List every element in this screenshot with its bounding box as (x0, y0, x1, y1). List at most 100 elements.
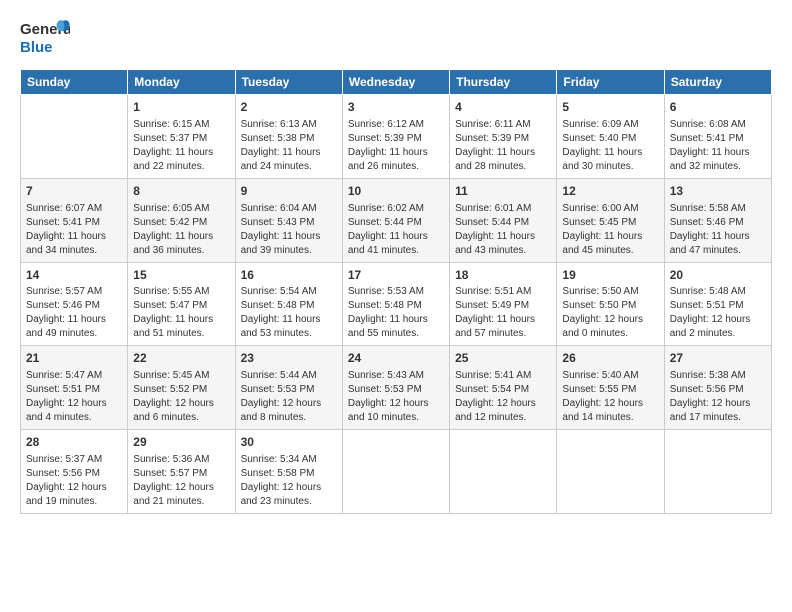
day-number: 21 (26, 350, 122, 367)
day-info: Sunrise: 5:38 AM (670, 369, 766, 383)
calendar-cell: 25Sunrise: 5:41 AMSunset: 5:54 PMDayligh… (450, 346, 557, 430)
day-info: Sunset: 5:55 PM (562, 383, 658, 397)
calendar-table: SundayMondayTuesdayWednesdayThursdayFrid… (20, 69, 772, 514)
day-info: Sunset: 5:38 PM (241, 132, 337, 146)
week-row-3: 21Sunrise: 5:47 AMSunset: 5:51 PMDayligh… (21, 346, 772, 430)
calendar-cell: 10Sunrise: 6:02 AMSunset: 5:44 PMDayligh… (342, 178, 449, 262)
day-info: Sunset: 5:54 PM (455, 383, 551, 397)
day-number: 10 (348, 183, 444, 200)
day-info: Sunset: 5:53 PM (241, 383, 337, 397)
day-info: and 17 minutes. (670, 411, 766, 425)
day-info: Sunrise: 5:37 AM (26, 453, 122, 467)
week-row-2: 14Sunrise: 5:57 AMSunset: 5:46 PMDayligh… (21, 262, 772, 346)
col-header-saturday: Saturday (664, 70, 771, 95)
day-number: 16 (241, 267, 337, 284)
day-info: and 41 minutes. (348, 244, 444, 258)
day-info: Daylight: 12 hours (241, 481, 337, 495)
day-info: Sunrise: 5:44 AM (241, 369, 337, 383)
day-number: 22 (133, 350, 229, 367)
day-info: Sunset: 5:46 PM (670, 216, 766, 230)
day-info: and 4 minutes. (26, 411, 122, 425)
logo: GeneralBlue (20, 16, 70, 61)
day-info: and 6 minutes. (133, 411, 229, 425)
day-info: Daylight: 12 hours (455, 397, 551, 411)
day-info: and 14 minutes. (562, 411, 658, 425)
day-info: Sunrise: 5:41 AM (455, 369, 551, 383)
day-info: Daylight: 12 hours (670, 313, 766, 327)
day-info: Daylight: 12 hours (133, 397, 229, 411)
day-info: Daylight: 11 hours (455, 146, 551, 160)
day-info: Daylight: 11 hours (455, 313, 551, 327)
day-number: 30 (241, 434, 337, 451)
calendar-cell: 28Sunrise: 5:37 AMSunset: 5:56 PMDayligh… (21, 430, 128, 514)
day-info: Daylight: 11 hours (241, 146, 337, 160)
day-info: and 10 minutes. (348, 411, 444, 425)
day-number: 17 (348, 267, 444, 284)
day-info: Sunrise: 6:07 AM (26, 202, 122, 216)
day-info: Sunset: 5:44 PM (348, 216, 444, 230)
day-info: and 26 minutes. (348, 160, 444, 174)
day-info: Daylight: 11 hours (133, 146, 229, 160)
day-number: 5 (562, 99, 658, 116)
day-info: Daylight: 12 hours (26, 481, 122, 495)
day-info: Daylight: 11 hours (562, 146, 658, 160)
day-info: Sunrise: 6:13 AM (241, 118, 337, 132)
day-info: Sunset: 5:48 PM (348, 299, 444, 313)
calendar-cell: 11Sunrise: 6:01 AMSunset: 5:44 PMDayligh… (450, 178, 557, 262)
day-number: 27 (670, 350, 766, 367)
col-header-sunday: Sunday (21, 70, 128, 95)
day-number: 29 (133, 434, 229, 451)
day-info: Sunrise: 5:50 AM (562, 285, 658, 299)
day-info: Daylight: 12 hours (562, 313, 658, 327)
day-info: Daylight: 11 hours (455, 230, 551, 244)
day-info: Daylight: 11 hours (670, 230, 766, 244)
calendar-cell: 23Sunrise: 5:44 AMSunset: 5:53 PMDayligh… (235, 346, 342, 430)
day-info: and 12 minutes. (455, 411, 551, 425)
day-info: Daylight: 12 hours (562, 397, 658, 411)
calendar-cell: 9Sunrise: 6:04 AMSunset: 5:43 PMDaylight… (235, 178, 342, 262)
day-info: and 21 minutes. (133, 495, 229, 509)
calendar-cell: 4Sunrise: 6:11 AMSunset: 5:39 PMDaylight… (450, 95, 557, 179)
day-info: and 2 minutes. (670, 327, 766, 341)
calendar-cell (21, 95, 128, 179)
day-info: Daylight: 12 hours (241, 397, 337, 411)
day-info: Sunset: 5:58 PM (241, 467, 337, 481)
calendar-header-row: SundayMondayTuesdayWednesdayThursdayFrid… (21, 70, 772, 95)
day-info: Daylight: 11 hours (133, 230, 229, 244)
day-number: 9 (241, 183, 337, 200)
logo-svg: GeneralBlue (20, 16, 70, 61)
col-header-thursday: Thursday (450, 70, 557, 95)
week-row-1: 7Sunrise: 6:07 AMSunset: 5:41 PMDaylight… (21, 178, 772, 262)
calendar-cell (664, 430, 771, 514)
calendar-cell: 16Sunrise: 5:54 AMSunset: 5:48 PMDayligh… (235, 262, 342, 346)
day-info: Daylight: 12 hours (670, 397, 766, 411)
day-info: Sunrise: 6:15 AM (133, 118, 229, 132)
calendar-cell: 15Sunrise: 5:55 AMSunset: 5:47 PMDayligh… (128, 262, 235, 346)
day-info: Sunset: 5:50 PM (562, 299, 658, 313)
day-info: Daylight: 11 hours (562, 230, 658, 244)
calendar-cell: 14Sunrise: 5:57 AMSunset: 5:46 PMDayligh… (21, 262, 128, 346)
day-number: 19 (562, 267, 658, 284)
day-info: and 39 minutes. (241, 244, 337, 258)
day-info: Sunset: 5:51 PM (26, 383, 122, 397)
day-info: Sunset: 5:53 PM (348, 383, 444, 397)
day-info: Sunset: 5:57 PM (133, 467, 229, 481)
day-info: Sunrise: 6:12 AM (348, 118, 444, 132)
day-info: Daylight: 11 hours (670, 146, 766, 160)
week-row-4: 28Sunrise: 5:37 AMSunset: 5:56 PMDayligh… (21, 430, 772, 514)
calendar-cell: 27Sunrise: 5:38 AMSunset: 5:56 PMDayligh… (664, 346, 771, 430)
day-info: and 55 minutes. (348, 327, 444, 341)
day-number: 6 (670, 99, 766, 116)
day-info: Sunset: 5:40 PM (562, 132, 658, 146)
day-info: Sunrise: 6:09 AM (562, 118, 658, 132)
day-info: Sunrise: 5:54 AM (241, 285, 337, 299)
calendar-cell: 29Sunrise: 5:36 AMSunset: 5:57 PMDayligh… (128, 430, 235, 514)
day-info: Sunrise: 5:34 AM (241, 453, 337, 467)
calendar-cell (450, 430, 557, 514)
day-info: Sunrise: 5:58 AM (670, 202, 766, 216)
day-info: and 43 minutes. (455, 244, 551, 258)
day-info: Daylight: 11 hours (26, 230, 122, 244)
page: GeneralBlue SundayMondayTuesdayWednesday… (0, 0, 792, 612)
day-info: Sunset: 5:52 PM (133, 383, 229, 397)
calendar-cell (342, 430, 449, 514)
